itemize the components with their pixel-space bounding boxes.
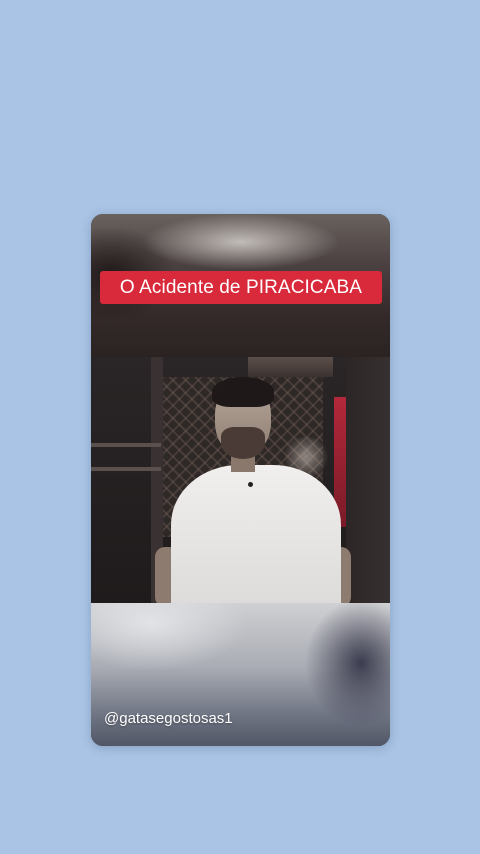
video-frame[interactable] — [91, 357, 390, 603]
page-background: O Acidente de PIRACICABA @gatasegostosas… — [0, 0, 480, 854]
presenter — [91, 357, 390, 603]
presenter-shirt — [171, 465, 341, 603]
creator-handle[interactable]: @gatasegostosas1 — [104, 710, 233, 728]
presenter-hair — [212, 377, 274, 407]
lapel-mic — [248, 482, 253, 487]
video-card[interactable]: O Acidente de PIRACICABA @gatasegostosas… — [91, 214, 390, 746]
presenter-beard — [221, 427, 265, 459]
video-title-badge: O Acidente de PIRACICABA — [100, 271, 382, 304]
